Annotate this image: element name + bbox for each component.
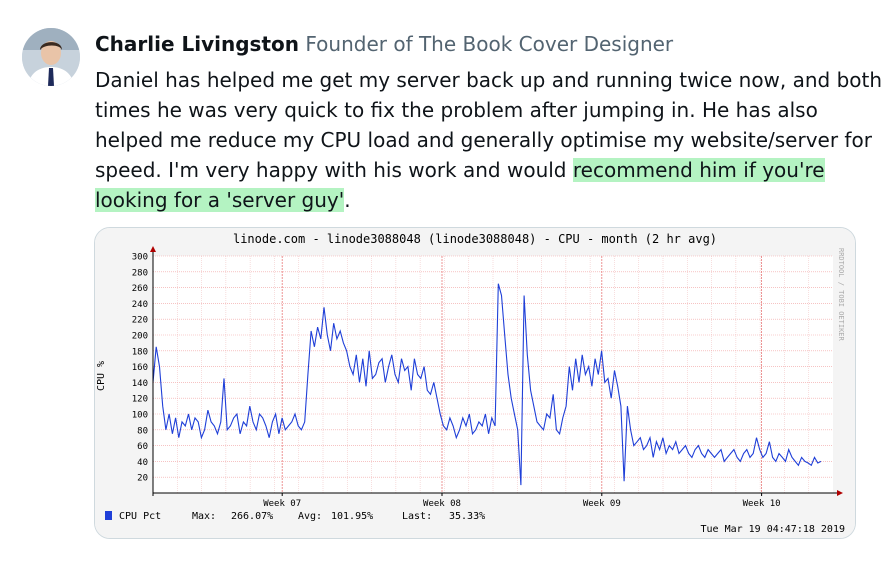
chart-title: linode.com - linode3088048 (linode308804… bbox=[233, 232, 717, 246]
legend-last-label: Last: bbox=[402, 511, 432, 522]
legend-last-value: 35.33% bbox=[449, 511, 485, 522]
x-tick-label: Week 08 bbox=[423, 499, 461, 509]
testimonial-text-end: . bbox=[344, 188, 351, 212]
y-tick-label: 280 bbox=[132, 268, 148, 278]
legend-label: CPU Pct bbox=[119, 511, 161, 522]
author-title: Founder of The Book Cover Designer bbox=[305, 32, 674, 56]
author-name: Charlie Livingston bbox=[95, 32, 300, 56]
x-tick-label: Week 07 bbox=[263, 499, 301, 509]
legend-max-value: 266.07% bbox=[231, 511, 273, 522]
rrdtool-credit: RRDTOOL / TOBI OETIKER bbox=[837, 248, 845, 342]
avatar[interactable] bbox=[22, 28, 80, 86]
y-tick-label: 80 bbox=[137, 426, 148, 436]
y-axis-label: CPU % bbox=[96, 361, 107, 391]
y-tick-label: 20 bbox=[137, 474, 148, 484]
y-tick-label: 60 bbox=[137, 442, 148, 452]
x-tick-label: Week 10 bbox=[743, 499, 781, 509]
y-tick-label: 140 bbox=[132, 379, 148, 389]
y-tick-label: 120 bbox=[132, 395, 148, 405]
x-tick-label: Week 09 bbox=[583, 499, 621, 509]
testimonial-text: Daniel has helped me get my server back … bbox=[95, 65, 885, 215]
y-tick-label: 200 bbox=[132, 332, 148, 342]
testimonial-header: Charlie Livingston Founder of The Book C… bbox=[95, 29, 673, 59]
y-tick-label: 180 bbox=[132, 347, 148, 357]
y-tick-label: 220 bbox=[132, 316, 148, 326]
y-tick-label: 260 bbox=[132, 284, 148, 294]
y-tick-label: 240 bbox=[132, 300, 148, 310]
y-tick-label: 100 bbox=[132, 411, 148, 421]
person-avatar-icon bbox=[22, 28, 80, 86]
legend-max-label: Max: bbox=[192, 511, 216, 522]
legend-swatch bbox=[105, 511, 112, 520]
y-tick-label: 300 bbox=[132, 253, 148, 263]
y-tick-label: 160 bbox=[132, 363, 148, 373]
cpu-chart-card: linode.com - linode3088048 (linode308804… bbox=[94, 227, 856, 539]
chart-timestamp: Tue Mar 19 04:47:18 2019 bbox=[701, 524, 846, 535]
legend-avg-label: Avg: bbox=[298, 511, 322, 522]
y-tick-label: 40 bbox=[137, 458, 148, 468]
cpu-chart: linode.com - linode3088048 (linode308804… bbox=[95, 228, 855, 538]
legend-avg-value: 101.95% bbox=[331, 511, 373, 522]
